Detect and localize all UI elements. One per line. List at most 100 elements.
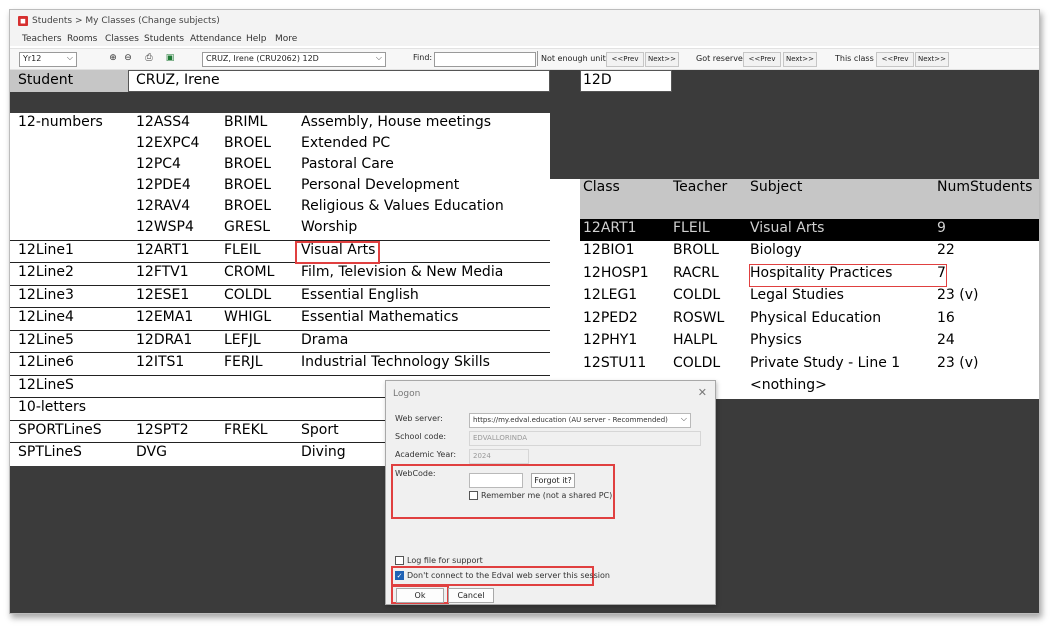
close-icon[interactable]: ✕	[698, 386, 707, 399]
table-row[interactable]: 12Line1 12ART1 FLEIL Visual Arts	[10, 241, 550, 262]
class-row[interactable]: 12PED2 ROSWL Physical Education 16	[580, 309, 1039, 331]
enrolment-subject: Worship	[301, 219, 358, 235]
enrolment-subject: Essential English	[301, 287, 419, 303]
menu-help[interactable]: Help	[246, 34, 267, 44]
table-row[interactable]: 12Line5 12DRA1 LEFJL Drama	[10, 331, 550, 352]
enrolment-subject: Drama	[301, 332, 349, 348]
class-class: 12STU11	[583, 355, 647, 371]
enrolment-line: SPORTLineS	[18, 422, 102, 438]
enrolment-code: 12ITS1	[136, 354, 185, 370]
enrolment-code: 12EMA1	[136, 309, 194, 325]
enrolment-teacher: GRESL	[224, 219, 271, 235]
enrolment-code: 12DRA1	[136, 332, 193, 348]
web-server-label: Web server:	[395, 414, 443, 423]
cancel-button[interactable]: Cancel	[448, 588, 494, 603]
table-row[interactable]: 12Line6 12ITS1 FERJL Industrial Technology …	[10, 353, 550, 374]
menu-rooms[interactable]: Rooms	[67, 34, 97, 44]
enrolment-teacher: WHIGL	[224, 309, 272, 325]
enrolment-teacher: FERJL	[224, 354, 263, 370]
not-enough-prev-button[interactable]: <<Prev	[606, 52, 644, 67]
enrolment-teacher: BROEL	[224, 135, 271, 151]
this-class-next-button[interactable]: Next>>	[915, 52, 949, 67]
highlight-hospitality	[749, 264, 947, 287]
enrolment-code: 12WSP4	[136, 219, 194, 235]
menu-more[interactable]: More	[275, 34, 297, 44]
header-class[interactable]: Class	[583, 179, 620, 195]
header-subject[interactable]: Subject	[750, 179, 802, 195]
chevron-down-icon: ⌵	[66, 53, 73, 62]
enrolment-code: 12ART1	[136, 242, 190, 258]
ok-button[interactable]: Ok	[396, 588, 444, 603]
got-reserve-prev-button[interactable]: <<Prev	[743, 52, 781, 67]
class-class: 12LEG1	[583, 287, 638, 303]
log-file-checkbox[interactable]	[395, 556, 404, 565]
find-input[interactable]	[434, 52, 536, 67]
dont-connect-checkbox[interactable]: ✓	[395, 571, 404, 580]
enrolment-code: 12SPT2	[136, 422, 189, 438]
webcode-input[interactable]	[469, 473, 523, 488]
menu-classes[interactable]: Classes	[105, 34, 139, 44]
enrolment-subject: Sport	[301, 422, 339, 438]
class-subject: <nothing>	[750, 377, 827, 393]
table-row[interactable]: 12WSP4 GRESL Worship	[10, 218, 550, 239]
year-select[interactable]: Yr12 ⌵	[19, 52, 77, 67]
enrolment-subject: Film, Television & New Media	[301, 264, 504, 280]
enrolment-teacher: BROEL	[224, 156, 271, 172]
table-row[interactable]: 12-numbers 12ASS4 BRIML Assembly, House mee…	[10, 113, 550, 134]
table-row[interactable]: 12Line3 12ESE1 COLDL Essential English	[10, 286, 550, 307]
web-server-select[interactable]: https://my.edval.education (AU server - …	[469, 413, 691, 428]
class-row[interactable]: 12STU11 COLDL Private Study - Line 1 23 (v)	[580, 354, 1039, 376]
class-class: 12PED2	[583, 310, 638, 326]
enrolment-teacher: BROEL	[224, 177, 271, 193]
class-num: 23 (v)	[937, 355, 979, 371]
zoom-in-icon[interactable]: ⊕	[108, 53, 118, 63]
class-row-selected[interactable]: 12ART1 FLEIL Visual Arts 9	[580, 219, 1039, 241]
table-row[interactable]: 12RAV4 BROEL Religious & Values Education	[10, 197, 550, 218]
enrolment-code: 12RAV4	[136, 198, 191, 214]
table-row[interactable]: 12PDE4 BROEL Personal Development	[10, 176, 550, 197]
got-reserve-next-button[interactable]: Next>>	[783, 52, 817, 67]
not-enough-next-button[interactable]: Next>>	[645, 52, 679, 67]
class-teacher: ROSWL	[673, 310, 725, 326]
print-icon[interactable]: ⎙	[144, 53, 154, 63]
student-select[interactable]: CRUZ, Irene (CRU2062) 12D ⌵	[202, 52, 386, 67]
table-row[interactable]: 12Line4 12EMA1 WHIGL Essential Mathematics	[10, 308, 550, 329]
log-file-label: Log file for support	[407, 556, 483, 565]
menu-attendance[interactable]: Attendance	[190, 34, 242, 44]
this-class-prev-button[interactable]: <<Prev	[876, 52, 914, 67]
menu-students[interactable]: Students	[144, 34, 184, 44]
zoom-out-icon[interactable]: ⊖	[123, 53, 133, 63]
class-row[interactable]: 12LEG1 COLDL Legal Studies 23 (v)	[580, 286, 1039, 308]
school-code-label: School code:	[395, 432, 447, 441]
enrolment-code: 12ASS4	[136, 114, 191, 130]
forgot-button[interactable]: Forgot it?	[531, 473, 575, 488]
class-class: 12BIO1	[583, 242, 635, 258]
class-row[interactable]: 12BIO1 BROLL Biology 22	[580, 241, 1039, 263]
menu-bar: Teachers Rooms Classes Students Attendan…	[10, 32, 1039, 46]
enrolment-line: 12LineS	[18, 377, 74, 393]
class-row[interactable]: 12PHY1 HALPL Physics 24	[580, 331, 1039, 353]
enrolment-line: 10-letters	[18, 399, 87, 415]
enrolment-line: 12Line1	[18, 242, 74, 258]
enrolment-line: SPTLineS	[18, 444, 82, 460]
enrolment-teacher: CROML	[224, 264, 275, 280]
chevron-down-icon: ⌵	[680, 414, 687, 423]
class-num: 22	[937, 242, 955, 258]
enrolment-code: DVG	[136, 444, 167, 460]
webcode-label: WebCode:	[395, 469, 436, 478]
enrolment-subject: Essential Mathematics	[301, 309, 459, 325]
table-row[interactable]: 12PC4 BROEL Pastoral Care	[10, 155, 550, 176]
enrolment-subject: Extended PC	[301, 135, 391, 151]
table-row[interactable]: 12Line2 12FTV1 CROML Film, Television & New…	[10, 263, 550, 284]
table-row[interactable]: 12EXPC4 BROEL Extended PC	[10, 134, 550, 155]
header-numstudents[interactable]: NumStudents	[937, 179, 1032, 195]
menu-teachers[interactable]: Teachers	[22, 34, 62, 44]
class-num: 23 (v)	[937, 287, 979, 303]
app-icon: ◼	[18, 16, 28, 26]
rollclass-value: 12D	[583, 72, 612, 88]
remember-checkbox[interactable]	[469, 491, 478, 500]
enrolment-subject: Assembly, House meetings	[301, 114, 491, 130]
enrolment-line: 12Line6	[18, 354, 74, 370]
excel-icon[interactable]: ▣	[165, 53, 175, 63]
header-teacher[interactable]: Teacher	[673, 179, 727, 195]
